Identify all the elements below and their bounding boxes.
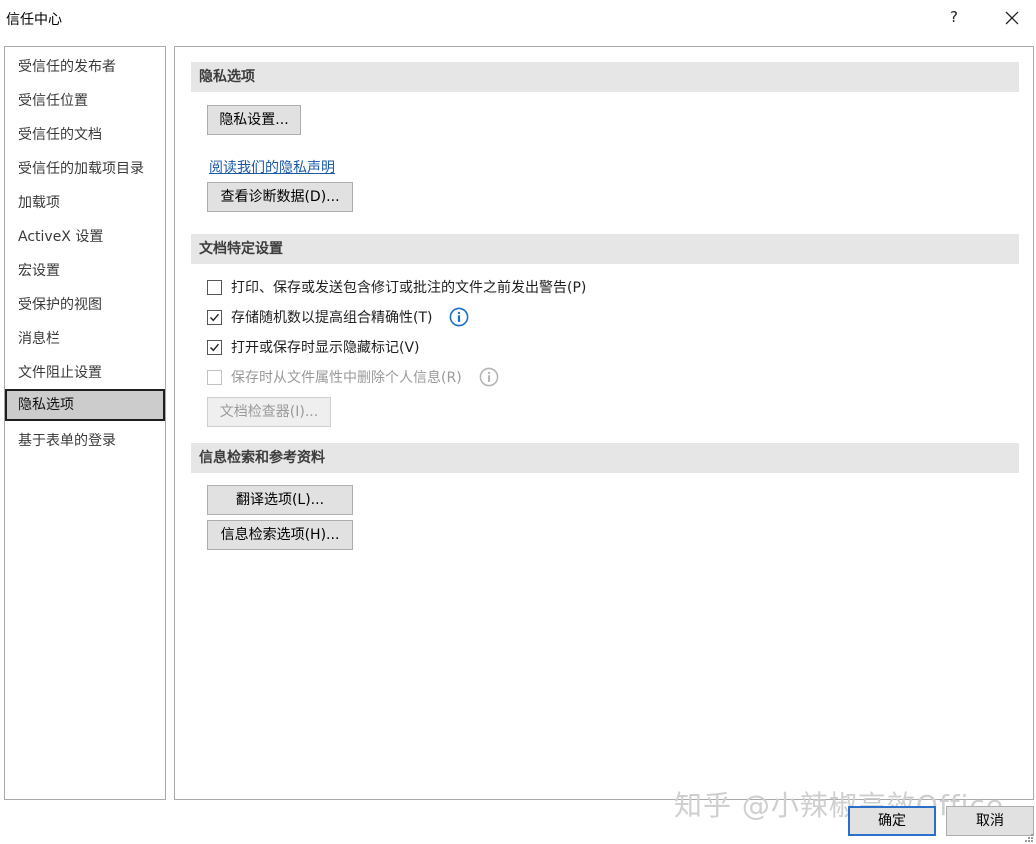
- cancel-button[interactable]: 取消: [946, 806, 1034, 836]
- sidebar-item-addins[interactable]: 加载项: [5, 187, 165, 219]
- show-hidden-markup-checkbox[interactable]: [207, 340, 222, 355]
- sidebar-item-trusted-documents[interactable]: 受信任的文档: [5, 119, 165, 151]
- view-diagnostic-data-button[interactable]: 查看诊断数据(D)...: [207, 182, 353, 212]
- sidebar-item-macro-settings[interactable]: 宏设置: [5, 255, 165, 287]
- warn-before-print-label: 打印、保存或发送包含修订或批注的文件之前发出警告(P): [231, 280, 587, 296]
- document-section-header: 文档特定设置: [191, 234, 1019, 264]
- resize-grip-icon[interactable]: [1024, 834, 1034, 842]
- close-button[interactable]: [998, 4, 1026, 32]
- privacy-statement-link[interactable]: 阅读我们的隐私声明: [209, 157, 335, 177]
- window-title: 信任中心: [6, 12, 62, 28]
- sidebar-item-protected-view[interactable]: 受保护的视图: [5, 289, 165, 321]
- sidebar: 受信任的发布者 受信任位置 受信任的文档 受信任的加载项目录 加载项 Activ…: [4, 46, 166, 800]
- sidebar-item-trusted-publishers[interactable]: 受信任的发布者: [5, 51, 165, 83]
- close-icon: [1005, 11, 1019, 25]
- ok-button[interactable]: 确定: [848, 806, 936, 836]
- info-icon[interactable]: [479, 367, 499, 387]
- remove-personal-info-label: 保存时从文件属性中删除个人信息(R): [231, 370, 462, 386]
- sidebar-item-form-based-signin[interactable]: 基于表单的登录: [5, 425, 165, 457]
- warn-before-print-checkbox[interactable]: [207, 280, 222, 295]
- sidebar-item-privacy-options[interactable]: 隐私选项: [5, 389, 165, 421]
- remove-personal-info-checkbox[interactable]: [207, 370, 222, 385]
- checkmark-icon: [210, 313, 220, 322]
- title-bar: 信任中心 ?: [0, 0, 1036, 40]
- store-random-number-label: 存储随机数以提高组合精确性(T): [231, 310, 433, 326]
- sidebar-item-activex-settings[interactable]: ActiveX 设置: [5, 221, 165, 253]
- privacy-settings-button[interactable]: 隐私设置...: [207, 105, 301, 135]
- content-panel: 隐私选项 隐私设置... 阅读我们的隐私声明 查看诊断数据(D)... 文档特定…: [174, 46, 1034, 800]
- help-button[interactable]: ?: [946, 8, 962, 26]
- research-options-button[interactable]: 信息检索选项(H)...: [207, 520, 353, 550]
- checkmark-icon: [210, 343, 220, 352]
- document-inspector-button[interactable]: 文档检查器(I)...: [207, 397, 331, 427]
- research-section-header: 信息检索和参考资料: [191, 443, 1019, 473]
- sidebar-item-trusted-addin-catalogs[interactable]: 受信任的加载项目录: [5, 153, 165, 185]
- sidebar-item-file-block-settings[interactable]: 文件阻止设置: [5, 357, 165, 389]
- info-icon[interactable]: [449, 307, 469, 327]
- sidebar-item-message-bar[interactable]: 消息栏: [5, 323, 165, 355]
- store-random-number-checkbox[interactable]: [207, 310, 222, 325]
- translation-options-button[interactable]: 翻译选项(L)...: [207, 485, 353, 515]
- sidebar-item-trusted-locations[interactable]: 受信任位置: [5, 85, 165, 117]
- privacy-section-header: 隐私选项: [191, 62, 1019, 92]
- show-hidden-markup-label: 打开或保存时显示隐藏标记(V): [231, 340, 420, 356]
